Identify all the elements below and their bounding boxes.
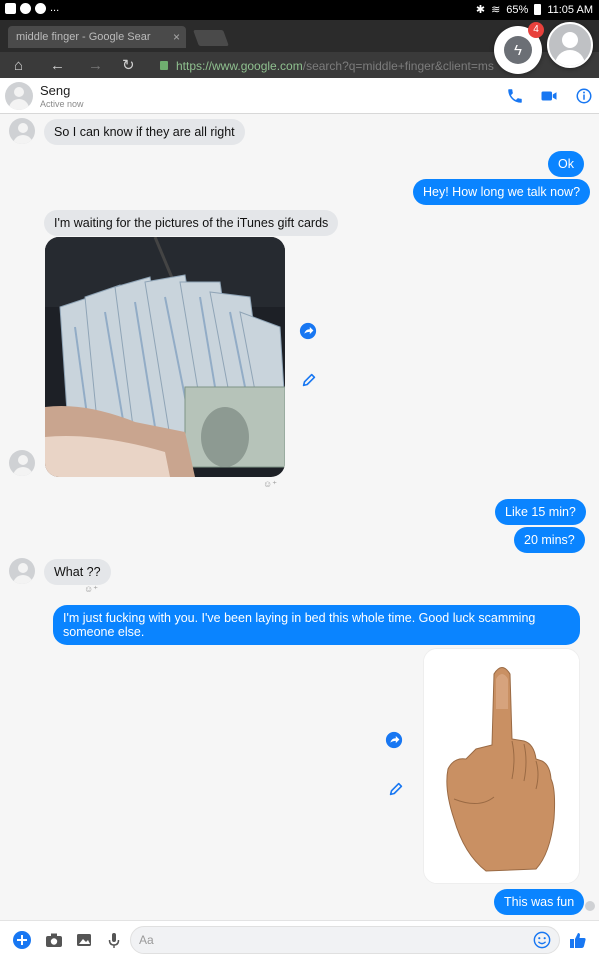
edit-pencil-icon[interactable] [300, 371, 318, 389]
message-outgoing[interactable]: I'm just fucking with you. I've been lay… [53, 605, 580, 645]
money-photo[interactable] [45, 237, 285, 477]
video-call-icon[interactable] [540, 87, 558, 105]
phone-call-icon[interactable] [506, 87, 524, 105]
middle-finger-image [424, 649, 579, 883]
sender-avatar[interactable] [9, 450, 35, 476]
url-host: https://www.google.com [176, 59, 303, 73]
message-incoming[interactable]: I'm waiting for the pictures of the iTun… [44, 210, 339, 236]
contact-name[interactable]: Seng [40, 83, 70, 98]
microphone-icon[interactable] [104, 930, 124, 950]
tab-close-icon[interactable]: × [173, 30, 180, 44]
messenger-notification-icon [35, 3, 46, 14]
browser-tab[interactable]: middle finger - Google Sear × [8, 26, 186, 48]
middle-finger-photo[interactable] [423, 648, 580, 884]
edit-pencil-icon[interactable] [387, 780, 405, 798]
new-tab-button[interactable] [193, 30, 229, 46]
message-outgoing[interactable]: This was fun [494, 889, 585, 915]
cash-fan-image [45, 237, 285, 477]
message-input-box[interactable] [130, 926, 560, 954]
message-outgoing[interactable]: 20 mins? [514, 527, 585, 553]
add-plus-icon[interactable] [12, 930, 32, 950]
contact-chat-head[interactable] [547, 22, 593, 68]
avatar-body [555, 50, 585, 66]
sender-avatar[interactable] [9, 118, 35, 144]
message-input[interactable] [139, 932, 529, 948]
gallery-icon[interactable] [74, 930, 94, 950]
message-outgoing[interactable]: Hey! How long we talk now? [413, 179, 591, 205]
wifi-icon: ≋ [491, 4, 501, 16]
forward-share-icon[interactable] [385, 731, 403, 749]
tab-title: middle finger - Google Sear [16, 31, 151, 43]
unread-badge: 4 [528, 22, 544, 38]
thumbs-up-icon[interactable] [568, 930, 588, 950]
camera-icon[interactable] [44, 930, 64, 950]
gallery-notification-icon [5, 3, 16, 14]
forward-share-icon[interactable] [299, 322, 317, 340]
battery-percent: 65% [506, 3, 529, 16]
info-icon[interactable] [575, 87, 593, 105]
back-icon[interactable]: ← [50, 58, 65, 73]
conversation-header: Seng Active now [0, 78, 599, 114]
url-path: /search?q=middle+finger&client=ms [302, 59, 494, 73]
react-smiley-icon[interactable]: ☺⁺ [84, 584, 98, 595]
b-notification-icon [20, 3, 31, 14]
active-status: Active now [40, 99, 84, 109]
bluetooth-icon: ✱ [475, 4, 486, 16]
clock: 11:05 AM [547, 3, 593, 16]
message-composer [0, 920, 599, 958]
reload-icon[interactable]: ↻ [122, 58, 135, 73]
more-notifications: ... [50, 2, 60, 14]
home-icon[interactable]: ⌂ [14, 58, 23, 73]
emoji-icon[interactable] [533, 931, 551, 949]
message-outgoing[interactable]: Like 15 min? [495, 499, 586, 525]
react-smiley-icon[interactable]: ☺⁺ [263, 479, 277, 490]
messenger-icon: ϟ [504, 36, 532, 64]
message-incoming[interactable]: So I can know if they are all right [44, 119, 245, 145]
avatar-head [562, 32, 578, 48]
forward-icon[interactable]: → [88, 58, 103, 73]
battery-icon [534, 4, 542, 15]
lock-icon [160, 61, 168, 70]
seen-indicator-avatar [585, 901, 595, 911]
status-bar: ... ✱ ≋ 65% 11:05 AM [0, 0, 599, 20]
url-field[interactable]: https://www.google.com/search?q=middle+f… [176, 59, 494, 73]
message-outgoing[interactable]: Ok [548, 151, 584, 177]
message-incoming[interactable]: What ?? [44, 559, 111, 585]
sender-avatar[interactable] [9, 558, 35, 584]
contact-avatar[interactable] [5, 82, 33, 110]
